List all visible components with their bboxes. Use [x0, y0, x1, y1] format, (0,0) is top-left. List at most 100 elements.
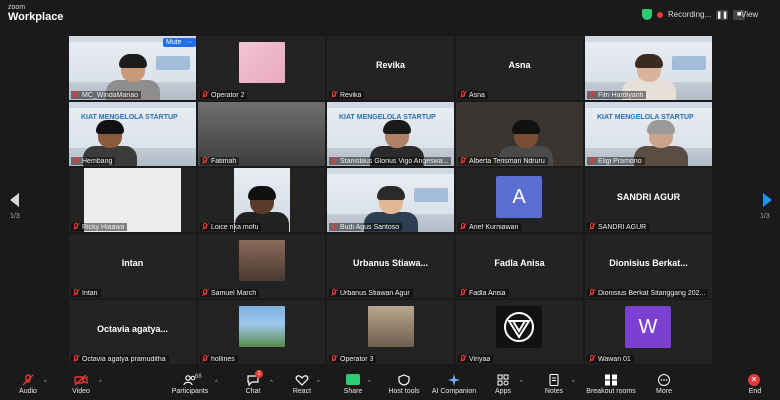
participant-name-tag: Stanislaus Glorius Vigo Angeswa...: [329, 157, 452, 165]
page-indicator-right: 1/3: [760, 213, 770, 220]
participant-name-tag: Viriyaa: [458, 355, 494, 363]
more-button[interactable]: More: [634, 374, 694, 395]
view-button[interactable]: View: [741, 10, 758, 19]
video-tile-arief-kurniawan[interactable]: A Arief Kurniawan: [456, 168, 583, 232]
participant-name: Alberta Terisman Ndruru: [469, 157, 545, 165]
recording-indicator: Recording... ❚❚ ■: [642, 9, 746, 20]
participant-name: MC_WindaManao: [82, 91, 139, 99]
participant-name-tag: Fitri Hardiyanti: [587, 91, 647, 99]
end-label: End: [748, 388, 762, 395]
video-tile-loice-rika-mofu[interactable]: Loice rika mofu: [198, 168, 325, 232]
participant-display-name: Asna: [508, 60, 531, 70]
pause-recording-button[interactable]: ❚❚: [716, 9, 729, 20]
video-tile-revika[interactable]: Revika Revika: [327, 36, 454, 100]
muted-mic-icon: [202, 289, 208, 297]
muted-mic-icon: [331, 157, 337, 165]
participant-name-tag: Octavia agatya pramuditha: [71, 355, 169, 363]
video-tile-hollines[interactable]: hollines: [198, 300, 325, 364]
video-tile-asna[interactable]: Asna Asna: [456, 36, 583, 100]
video-tile-fitri-hardiyanti[interactable]: Fitri Hardiyanti: [585, 36, 712, 100]
video-tile-operator-3[interactable]: Operator 3: [327, 300, 454, 364]
video-tile-fatimah[interactable]: Fatimah: [198, 102, 325, 166]
next-page-arrow-icon[interactable]: [763, 193, 772, 207]
video-tile-mc-windamanao[interactable]: Mute ··· MC_WindaManao: [69, 36, 196, 100]
video-tile-alberta[interactable]: Alberta Terisman Ndruru: [456, 102, 583, 166]
participant-name: Ricky Hiaawa: [82, 223, 125, 231]
previous-page-arrow-icon[interactable]: [10, 193, 19, 207]
participant-name: Wawan 01: [598, 355, 631, 363]
video-button[interactable]: Video: [51, 374, 111, 395]
video-tile-eligi-pramono[interactable]: KIAT MENGELOLA STARTUP Eligi Pramono: [585, 102, 712, 166]
breakout-rooms-button[interactable]: Breakout rooms: [581, 374, 641, 395]
video-tile-dionisius[interactable]: Dionisius Berkat... Dionisius Berkat Sit…: [585, 234, 712, 298]
notes-label: Notes: [544, 388, 564, 395]
slide-title: KIAT MENGELOLA STARTUP: [597, 114, 694, 121]
participant-display-name: Revika: [375, 60, 406, 70]
muted-mic-icon: [589, 355, 595, 363]
muted-mic-icon: [589, 223, 595, 231]
notes-options-caret-icon[interactable]: ^: [572, 380, 575, 386]
video-options-caret-icon[interactable]: ^: [99, 380, 102, 386]
ai-sparkle-icon: [447, 374, 461, 386]
participant-name-tag: Urbanus Stiawan Agur: [329, 289, 413, 297]
participant-video: [239, 306, 285, 347]
page-indicator-left: 1/3: [10, 213, 20, 220]
participant-name: Asna: [469, 91, 485, 99]
video-tile-sandri-agur[interactable]: SANDRI AGUR SANDRI AGUR: [585, 168, 712, 232]
participant-name: Revika: [340, 91, 362, 99]
participant-name: Urbanus Stiawan Agur: [340, 289, 410, 297]
video-tile-wawan-01[interactable]: W Wawan 01: [585, 300, 712, 364]
participant-display-name: Intan: [121, 258, 144, 268]
video-tile-hembang[interactable]: KIAT MENGELOLA STARTUP Hembang: [69, 102, 196, 166]
video-label: Video: [72, 388, 90, 395]
video-tile-budi-agus-santoso[interactable]: Budi Agus Santoso: [327, 168, 454, 232]
participant-name-tag: Arief Kurniawan: [458, 223, 522, 231]
participant-name: Dionisius Berkat Sitanggang 202...: [598, 289, 706, 297]
breakout-rooms-label: Breakout rooms: [586, 388, 636, 395]
notes-button[interactable]: Notes: [524, 373, 584, 395]
apps-label: Apps: [495, 388, 511, 395]
participant-name-tag: SANDRI AGUR: [587, 223, 650, 231]
host-tools-label: Host tools: [388, 388, 420, 395]
participants-options-caret-icon[interactable]: ^: [215, 380, 218, 386]
video-tile-stanislaus[interactable]: KIAT MENGELOLA STARTUP Stanislaus Gloriu…: [327, 102, 454, 166]
participant-name-tag: hollines: [200, 355, 238, 363]
video-tile-octavia[interactable]: Octavia agatya... Octavia agatya pramudi…: [69, 300, 196, 364]
recording-dot-icon: [657, 11, 663, 18]
react-options-caret-icon[interactable]: ^: [317, 380, 320, 386]
security-shield-icon[interactable]: [642, 9, 652, 20]
participant-name-tag: Revika: [329, 91, 365, 99]
participant-display-name: SANDRI AGUR: [616, 192, 681, 202]
muted-mic-icon: [460, 223, 466, 231]
video-tile-operator-2[interactable]: Operator 2: [198, 36, 325, 100]
participants-button[interactable]: 68 Participants: [160, 374, 220, 395]
video-tile-urbanus[interactable]: Urbanus Stiawa... Urbanus Stiawan Agur: [327, 234, 454, 298]
participant-name: Fitri Hardiyanti: [598, 91, 644, 99]
audio-options-caret-icon[interactable]: ^: [44, 380, 47, 386]
muted-mic-icon: [202, 157, 208, 165]
muted-mic-icon: [73, 223, 79, 231]
participant-video: [368, 306, 414, 347]
apps-options-caret-icon[interactable]: ^: [520, 380, 523, 386]
participant-name-tag: Operator 3: [329, 355, 377, 363]
shield-host-tools-icon: [397, 374, 411, 386]
participant-name: Arief Kurniawan: [469, 223, 519, 231]
logo-brand: zoom: [8, 4, 26, 11]
audio-label: Audio: [19, 388, 37, 395]
more-options-button[interactable]: ···: [183, 38, 196, 47]
mute-participant-button[interactable]: Mute: [163, 38, 185, 47]
participant-name: SANDRI AGUR: [598, 223, 647, 231]
video-tile-ricky-hiaawa[interactable]: Ricky Hiaawa: [69, 168, 196, 232]
share-options-caret-icon[interactable]: ^: [368, 380, 371, 386]
end-meeting-button[interactable]: ✕ End: [725, 374, 780, 395]
ai-companion-label: AI Companion: [431, 388, 477, 395]
video-tile-samuel-march[interactable]: Samuel March: [198, 234, 325, 298]
chat-unread-badge: 1: [255, 370, 263, 378]
notes-icon: [547, 373, 561, 387]
video-tile-fadla-anisa[interactable]: Fadla Anisa Fadla Anisa: [456, 234, 583, 298]
video-tile-viriyaa[interactable]: Viriyaa: [456, 300, 583, 364]
video-tile-intan[interactable]: Intan Intan: [69, 234, 196, 298]
muted-mic-icon: [460, 157, 466, 165]
end-call-icon: ✕: [748, 374, 762, 386]
audio-button[interactable]: Audio: [0, 374, 58, 395]
